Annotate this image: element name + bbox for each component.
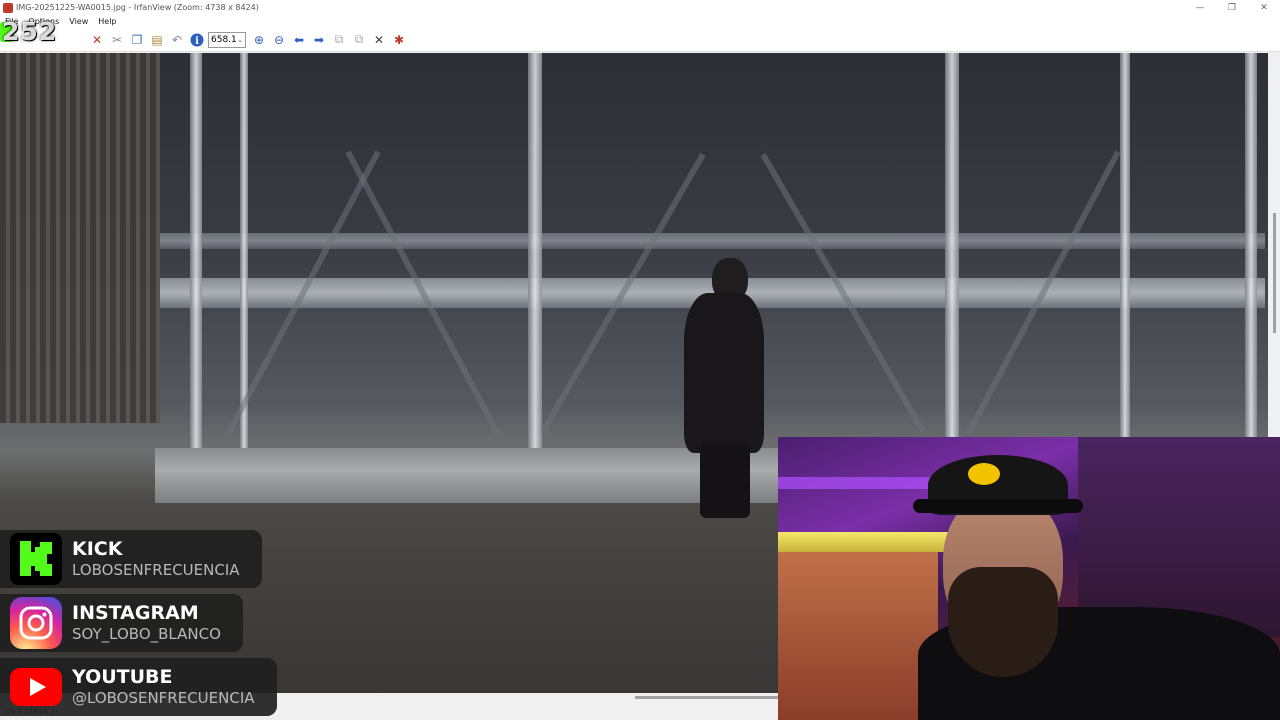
social-handle: @LOBOSENFRECUENCIA xyxy=(72,689,255,707)
cut-icon[interactable]: ✂ xyxy=(108,31,126,49)
title-bar: IMG-20251225-WA0015.jpg - IrfanView (Zoo… xyxy=(0,0,1280,15)
social-youtube: YOUTUBE @LOBOSENFRECUENCIA xyxy=(0,658,277,716)
social-name: KICK xyxy=(72,538,123,560)
webcam-wall xyxy=(778,552,938,720)
page-forward-icon[interactable]: ⧉ xyxy=(350,31,368,49)
horizontal-scroll-thumb[interactable] xyxy=(635,696,785,699)
zoom-out-icon[interactable]: ⊖ xyxy=(270,31,288,49)
instagram-icon xyxy=(10,597,62,649)
youtube-icon xyxy=(10,661,62,713)
irfanview-logo-icon[interactable]: ✱ xyxy=(390,31,408,49)
page-back-icon[interactable]: ⧉ xyxy=(330,31,348,49)
scaffold-pole xyxy=(1120,53,1130,458)
zoom-value: 658.1 xyxy=(211,34,237,45)
zoom-select[interactable]: 658.1 ⌄ xyxy=(208,31,246,48)
restore-button[interactable]: ❐ xyxy=(1216,0,1248,15)
webcam-yellow-shelf xyxy=(778,532,948,552)
next-icon[interactable]: ➡ xyxy=(310,31,328,49)
kick-icon xyxy=(10,533,62,585)
social-kick: KICK LOBOSENFRECUENCIA xyxy=(0,530,262,588)
close-button[interactable]: ✕ xyxy=(1248,0,1280,15)
menu-view[interactable]: View xyxy=(64,17,93,26)
copy-icon[interactable]: ❐ xyxy=(128,31,146,49)
scaffold-pole xyxy=(945,53,959,458)
zoom-in-icon[interactable]: ⊕ xyxy=(250,31,268,49)
menu-bar: File Options View Help xyxy=(0,15,1280,28)
viewer-counter: 252 xyxy=(2,17,58,46)
figure-body xyxy=(684,293,764,453)
menu-help[interactable]: Help xyxy=(93,17,121,26)
vertical-scroll-thumb[interactable] xyxy=(1273,213,1276,333)
svg-text:i: i xyxy=(195,36,199,47)
social-name: YOUTUBE xyxy=(72,666,173,688)
toolbar: ✕ ✂ ❐ ▤ ↶ i 658.1 ⌄ ⊕ ⊖ ⬅ ➡ ⧉ ⧉ ✕ ✱ xyxy=(0,28,1280,52)
previous-icon[interactable]: ⬅ xyxy=(290,31,308,49)
fence-wall xyxy=(0,53,160,423)
delete-icon[interactable]: ✕ xyxy=(88,31,106,49)
scaffold-pole xyxy=(1245,53,1257,458)
info-icon[interactable]: i xyxy=(188,31,206,49)
irfanview-icon xyxy=(3,2,13,13)
chevron-down-icon: ⌄ xyxy=(237,35,243,44)
cap-logo-icon xyxy=(968,463,1000,485)
window-title: IMG-20251225-WA0015.jpg - IrfanView (Zoo… xyxy=(16,3,259,12)
scaffold-pole xyxy=(528,53,542,458)
settings-tools-icon[interactable]: ✕ xyxy=(370,31,388,49)
webcam-person-beard xyxy=(948,567,1058,677)
social-handle: SOY_LOBO_BLANCO xyxy=(72,625,221,643)
webcam-person-cap-brim xyxy=(913,499,1083,513)
print-icon[interactable] xyxy=(68,31,86,49)
paste-icon[interactable]: ▤ xyxy=(148,31,166,49)
figure-legs xyxy=(700,443,750,518)
undo-icon[interactable]: ↶ xyxy=(168,31,186,49)
minimize-button[interactable]: — xyxy=(1184,0,1216,15)
social-instagram: INSTAGRAM SOY_LOBO_BLANCO xyxy=(0,594,243,652)
social-handle: LOBOSENFRECUENCIA xyxy=(72,561,240,579)
webcam-overlay xyxy=(778,437,1280,720)
social-name: INSTAGRAM xyxy=(72,602,199,624)
scaffold-pole xyxy=(190,53,202,453)
